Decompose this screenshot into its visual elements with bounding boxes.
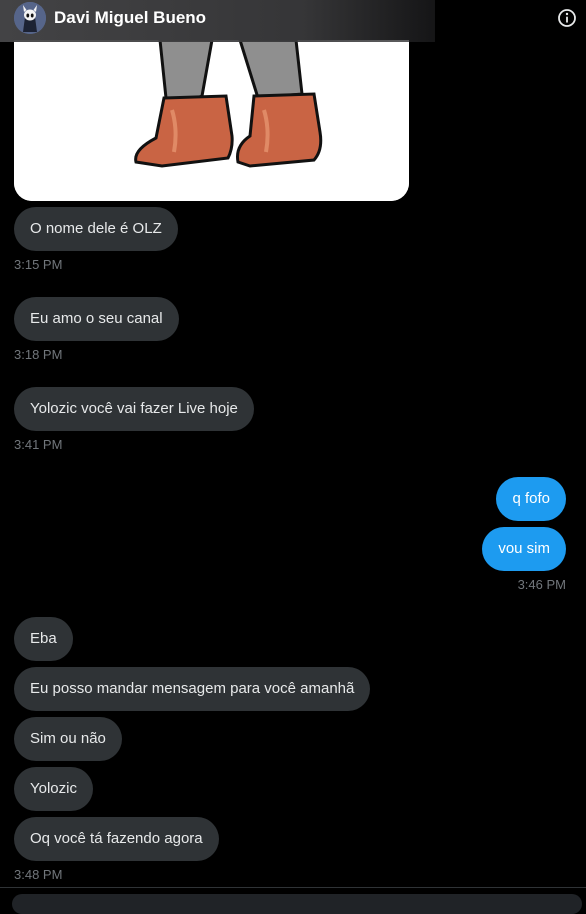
message-bubble-sent[interactable]: vou sim — [482, 527, 566, 571]
message-timestamp: 3:46 PM — [517, 577, 566, 592]
composer-divider — [0, 887, 586, 888]
message-timestamp: 3:18 PM — [14, 347, 63, 362]
shared-image[interactable] — [14, 40, 409, 201]
message-timestamp: 3:41 PM — [14, 437, 63, 452]
message-bubble[interactable]: Eu posso mandar mensagem para você amanh… — [14, 667, 371, 711]
contact-name[interactable]: Davi Miguel Bueno — [54, 8, 206, 28]
avatar-image — [14, 2, 46, 34]
message-bubble[interactable]: Oq você tá fazendo agora — [14, 817, 219, 861]
message-bubble[interactable]: O nome dele é OLZ — [14, 207, 178, 251]
message-bubble[interactable]: Eba — [14, 617, 73, 661]
avatar[interactable] — [14, 2, 46, 34]
conversation-header: Davi Miguel Bueno — [0, 0, 586, 42]
message-composer[interactable] — [12, 894, 582, 914]
message-bubble[interactable]: Eu amo o seu canal — [14, 297, 179, 341]
message-bubble[interactable]: Sim ou não — [14, 717, 122, 761]
message-timestamp: 3:15 PM — [14, 257, 63, 272]
cartoon-legs-image — [14, 40, 409, 201]
message-bubble-sent[interactable]: q fofo — [496, 477, 566, 521]
info-icon[interactable] — [557, 8, 577, 28]
message-timestamp: 3:48 PM — [14, 867, 63, 882]
message-bubble[interactable]: Yolozic você vai fazer Live hoje — [14, 387, 254, 431]
message-bubble[interactable]: Yolozic — [14, 767, 93, 811]
